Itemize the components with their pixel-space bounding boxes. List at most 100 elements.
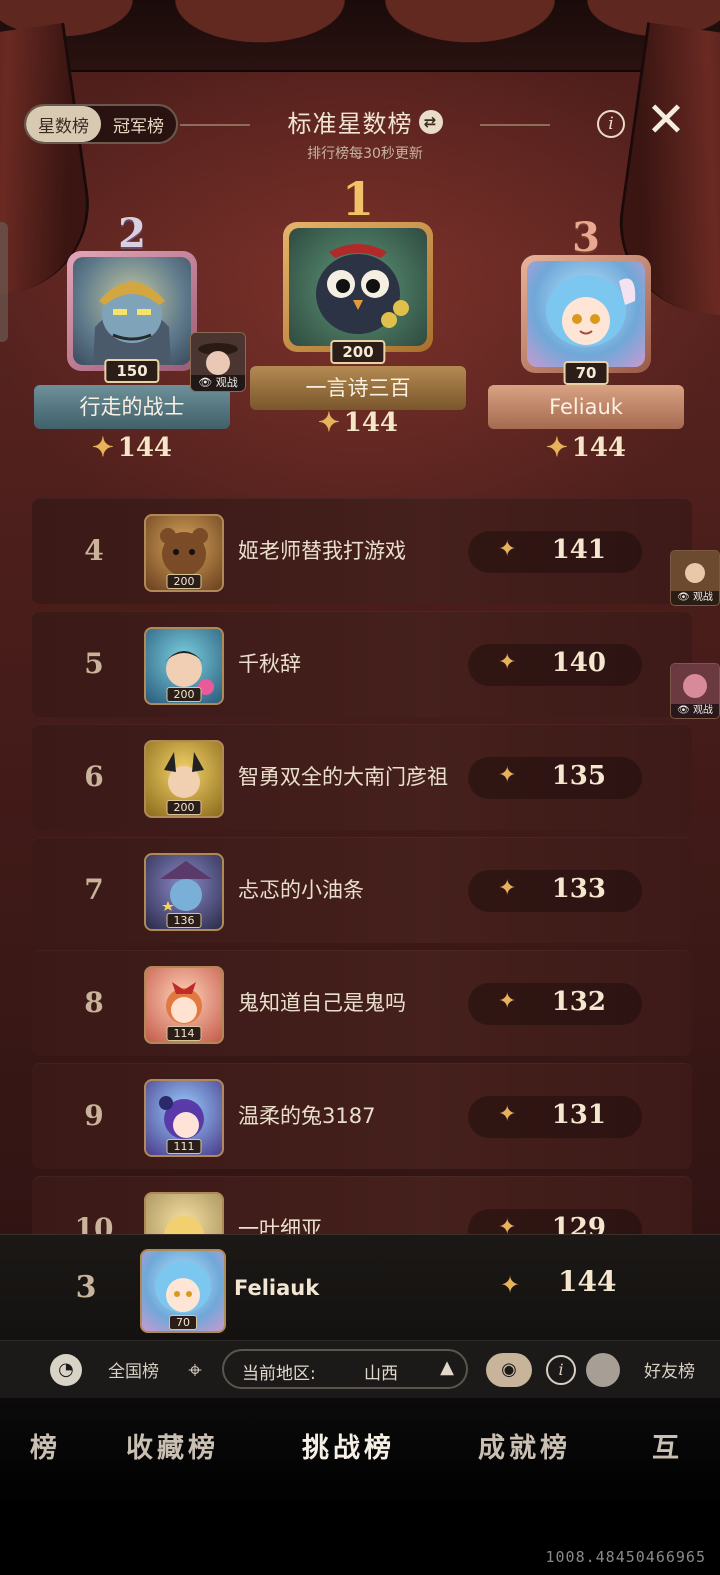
my-stars: 144 xyxy=(558,1265,617,1298)
list-item[interactable]: 8 114 鬼知道自己是鬼吗 ✦ 132 xyxy=(32,950,692,1056)
row-score: ✦ 133 xyxy=(468,870,642,912)
row-rank: 4 xyxy=(84,534,104,567)
region-selector[interactable]: 当前地区: 山西 ▲ xyxy=(222,1349,468,1389)
info-icon[interactable]: i xyxy=(597,110,625,138)
row-score: ✦ 141 xyxy=(468,531,642,573)
board-title-row[interactable]: 标准星数榜 ⇄ xyxy=(288,104,443,139)
row-level: 114 xyxy=(166,1026,202,1041)
avatar-art-armored-warrior xyxy=(93,282,171,365)
row-player-name: 鬼知道自己是鬼吗 xyxy=(238,991,406,1015)
podium-player-name: 一言诗三百 xyxy=(305,376,411,400)
tab-achievement[interactable]: 成就榜 xyxy=(478,1426,571,1465)
region-value: 山西 xyxy=(364,1364,398,1384)
podium-name-banner: Feliauk xyxy=(488,385,684,429)
row-rank: 7 xyxy=(84,873,104,906)
star-icon: ✦ xyxy=(91,433,114,463)
debug-readout: 1008.484504669​65 xyxy=(545,1548,706,1566)
podium-stars-value: 144 xyxy=(571,433,627,463)
row-stars: 133 xyxy=(551,874,606,904)
star-icon: ✦ xyxy=(498,989,517,1014)
row-level: 200 xyxy=(166,800,202,815)
avatar: 136 xyxy=(144,853,224,931)
row-player-name: 忐忑的小油条 xyxy=(238,878,364,902)
location-icon[interactable]: ◉ xyxy=(486,1353,532,1387)
board-type-switch[interactable]: 星数榜 冠军榜 xyxy=(24,104,178,144)
row-level: 200 xyxy=(166,687,202,702)
star-icon: ✦ xyxy=(545,433,568,463)
side-drawer-handle[interactable] xyxy=(0,222,8,342)
podium-avatar-frame: 150 xyxy=(67,251,197,383)
list-item[interactable]: 6 200 智勇双全的大南门彦祖 ✦ 135 xyxy=(32,724,692,830)
podium-star-count: ✦ 144 xyxy=(488,433,684,463)
list-item[interactable]: 9 111 温柔的兔3187 ✦ 131 xyxy=(32,1063,692,1169)
tab-challenge[interactable]: 挑战榜 xyxy=(302,1426,395,1465)
friends-board-button[interactable]: 好友榜 xyxy=(644,1357,695,1382)
my-rank-row[interactable]: 3 70 Feliauk ✦ 144 xyxy=(0,1234,720,1341)
leaderboard-stage: 星数榜 冠军榜 标准星数榜 ⇄ 排行榜每30秒更新 i ✕ 2 150 行走的战… xyxy=(0,0,720,1400)
row-player-name: 温柔的兔3187 xyxy=(238,1104,376,1128)
my-level: 70 xyxy=(169,1315,197,1330)
map-pin-icon[interactable]: ⌖ xyxy=(178,1353,212,1387)
star-icon: ✦ xyxy=(498,650,517,675)
bottom-tab-bar: 榜 收藏榜 挑战榜 成就榜 互 xyxy=(0,1398,720,1508)
close-icon[interactable]: ✕ xyxy=(644,96,688,144)
swap-board-icon[interactable]: ⇄ xyxy=(418,109,443,134)
region-filter-bar: ◔ 全国榜 ⌖ 当前地区: 山西 ▲ ◉ i 好友榜 xyxy=(0,1340,720,1400)
avatar-art-owl xyxy=(316,244,409,334)
tab-star-board[interactable]: 星数榜 xyxy=(26,106,101,142)
tab-collection[interactable]: 收藏榜 xyxy=(126,1426,219,1465)
row-stars: 132 xyxy=(551,987,606,1017)
spectate-avatar[interactable]: 👁 观战 xyxy=(190,332,246,392)
row-stars: 131 xyxy=(551,1100,606,1130)
list-item[interactable]: 4 200 姬老师替我打游戏 ✦ 141 👁 观战 xyxy=(32,498,720,606)
star-icon: ✦ xyxy=(500,1271,521,1299)
tab-partial-right[interactable]: 互 xyxy=(652,1426,683,1465)
podium-stars-value: 144 xyxy=(343,408,399,438)
national-board-button[interactable]: 全国榜 xyxy=(108,1357,159,1382)
avatar: 200 xyxy=(144,740,224,818)
row-level: 200 xyxy=(166,574,202,589)
podium-star-count: ✦ 144 xyxy=(250,408,466,438)
avatar: 114 xyxy=(144,966,224,1044)
tab-partial-left[interactable]: 榜 xyxy=(30,1426,61,1465)
spectate-avatar[interactable]: 👁 观战 xyxy=(670,550,720,606)
tab-champion-board[interactable]: 冠军榜 xyxy=(101,106,176,142)
podium-rank-number: 3 xyxy=(572,214,600,261)
row-stars: 141 xyxy=(551,535,606,565)
avatar xyxy=(73,257,191,365)
friends-icon[interactable] xyxy=(586,1353,620,1387)
row-level: 136 xyxy=(166,913,202,928)
avatar xyxy=(289,228,427,346)
podium-rank-2[interactable]: 2 150 行走的战士 ✦ 144 👁 观战 xyxy=(34,210,246,463)
avatar xyxy=(527,261,645,367)
row-player-name: 千秋辞 xyxy=(238,652,301,676)
row-player-name: 姬老师替我打游戏 xyxy=(238,539,406,563)
podium-avatar-frame: 70 xyxy=(521,255,651,385)
podium-rank-3[interactable]: 3 70 Feliauk ✦ 144 xyxy=(488,214,684,463)
spectate-avatar[interactable]: 👁 观战 xyxy=(670,663,720,719)
title-divider-right xyxy=(480,124,550,126)
star-icon: ✦ xyxy=(317,408,340,438)
globe-icon[interactable]: ◔ xyxy=(50,1354,82,1386)
row-score: ✦ 132 xyxy=(468,983,642,1025)
podium-player-name: 行走的战士 xyxy=(79,395,185,419)
spectate-label[interactable]: 👁 观战 xyxy=(191,375,245,391)
row-level: 111 xyxy=(166,1139,202,1154)
star-icon: ✦ xyxy=(498,1102,517,1127)
region-label: 当前地区: xyxy=(242,1364,316,1384)
info-icon[interactable]: i xyxy=(546,1355,576,1385)
podium-rank-1[interactable]: 1 200 一言诗三百 ✦ 144 xyxy=(250,172,466,438)
podium-level: 150 xyxy=(104,359,160,383)
update-note: 排行榜每30秒更新 xyxy=(307,146,423,162)
spectate-label[interactable]: 👁 观战 xyxy=(671,704,719,718)
list-item[interactable]: 7 136 忐忑的小油条 ✦ 133 xyxy=(32,837,692,943)
podium-name-banner: 一言诗三百 xyxy=(250,366,466,410)
my-rank: 3 xyxy=(75,1270,97,1305)
podium-stars-value: 144 xyxy=(117,433,173,463)
podium-player-name: Feliauk xyxy=(549,395,623,419)
my-player-name: Feliauk xyxy=(234,1276,320,1300)
list-item[interactable]: 5 200 千秋辞 ✦ 140 👁 观战 xyxy=(32,611,720,719)
spectate-label[interactable]: 👁 观战 xyxy=(671,591,719,605)
avatar: 70 xyxy=(140,1249,226,1333)
row-rank: 5 xyxy=(84,647,104,680)
